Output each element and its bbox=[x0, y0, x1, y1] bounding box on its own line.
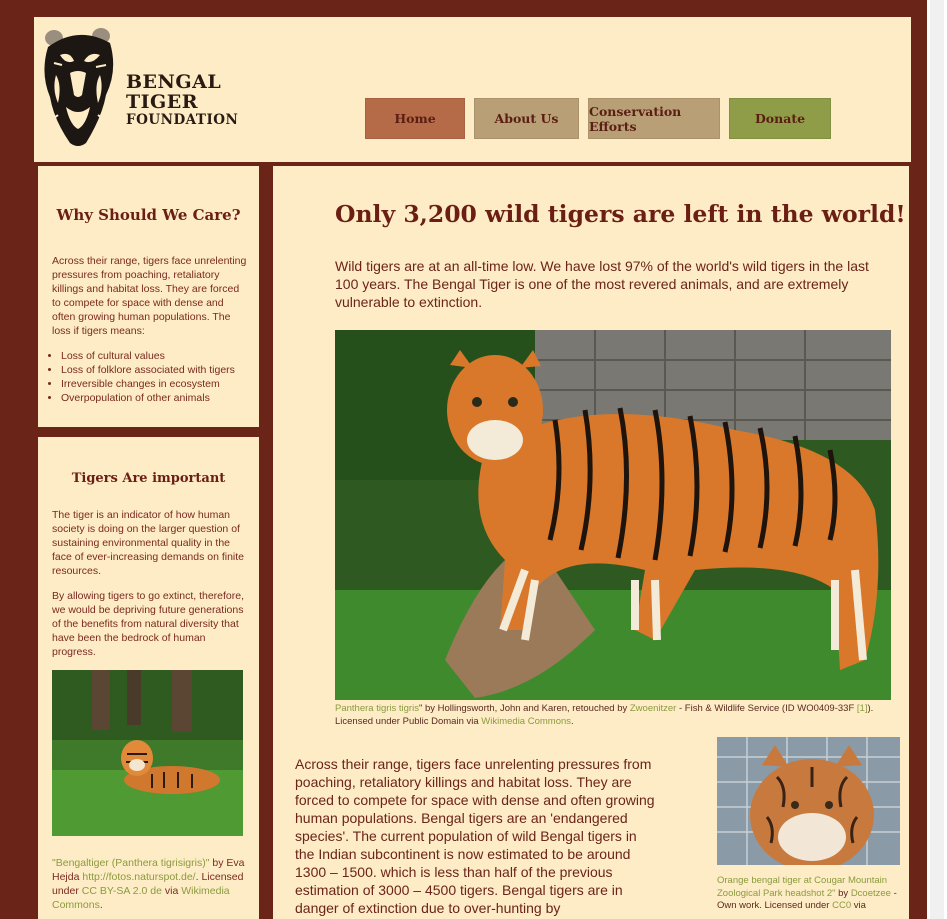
caption-link-wikimedia[interactable]: Wikimedia Commons bbox=[481, 716, 571, 727]
side-caption: Orange bengal tiger at Cougar Mountain Z… bbox=[717, 875, 897, 913]
orange-bengal-tiger-headshot-photo bbox=[717, 737, 900, 865]
why-care-card: Why Should We Care? Across their range, … bbox=[38, 166, 259, 427]
main-content: Only 3,200 wild tigers are left in the w… bbox=[273, 166, 909, 919]
site-header: BENGAL TIGER FOUNDATION Home About Us Co… bbox=[34, 17, 911, 162]
caption-text: by bbox=[835, 887, 851, 899]
tiger-lying-in-grass-photo bbox=[52, 670, 243, 836]
lying-tiger-credit: "Bengaltiger (Panthera tigrisigris)" by … bbox=[52, 856, 247, 912]
credit-text: . bbox=[99, 899, 103, 911]
caption-link-author[interactable]: Dcoetzee bbox=[851, 888, 891, 899]
list-item: Loss of folklore associated with tigers bbox=[61, 363, 276, 377]
caption-text: " by Hollingsworth, John and Karen, reto… bbox=[418, 703, 630, 714]
list-item: Irreversible changes in ecosystem bbox=[61, 377, 276, 391]
caption-text: via bbox=[851, 900, 866, 911]
tigers-important-card: Tigers Are important The tiger is an ind… bbox=[38, 437, 259, 919]
caption-link-license[interactable]: CC0 bbox=[832, 900, 851, 911]
credit-link-license[interactable]: CC BY-SA 2.0 de bbox=[82, 885, 162, 897]
intro-text: Wild tigers are at an all-time low. We h… bbox=[335, 258, 869, 310]
why-care-list: Loss of cultural values Loss of folklore… bbox=[39, 349, 276, 405]
why-care-text: Across their range, tigers face unrelent… bbox=[52, 255, 247, 337]
nav-donate-button[interactable]: Donate bbox=[729, 98, 831, 139]
nav-conservation-efforts-button[interactable]: Conservation Efforts bbox=[588, 98, 720, 139]
list-item: Loss of cultural values bbox=[61, 349, 276, 363]
page-headline: Only 3,200 wild tigers are left in the w… bbox=[335, 200, 906, 228]
logo[interactable]: BENGAL TIGER FOUNDATION bbox=[40, 25, 238, 150]
tigers-important-title: Tigers Are important bbox=[71, 471, 226, 486]
credit-link-title[interactable]: "Bengaltiger (Panthera tigrisigris)" bbox=[52, 857, 209, 869]
window-edge bbox=[927, 0, 947, 919]
credit-text: via bbox=[161, 885, 182, 897]
caption-text: - Fish & Wildlife Service (ID WO0409-33F bbox=[676, 703, 857, 714]
logo-line-2: TIGER bbox=[126, 90, 199, 113]
logo-line-1: BENGAL bbox=[126, 71, 222, 93]
standing-bengal-tiger-photo bbox=[335, 330, 891, 700]
caption-text: . bbox=[571, 715, 574, 727]
scrollbar[interactable] bbox=[930, 0, 944, 919]
tiger-head-icon bbox=[44, 28, 114, 146]
credit-link-naturspot[interactable]: http://fotos.naturspot.de/ bbox=[82, 871, 195, 883]
tigers-important-p1: The tiger is an indicator of how human s… bbox=[52, 509, 245, 577]
why-care-title: Why Should We Care? bbox=[56, 206, 241, 224]
nav-home-button[interactable]: Home bbox=[365, 98, 465, 139]
caption-link-species[interactable]: Panthera tigris tigris bbox=[335, 703, 419, 714]
body-text: Across their range, tigers face unrelent… bbox=[295, 756, 655, 916]
list-item: Overpopulation of other animals bbox=[61, 391, 276, 405]
tigers-important-p2: By allowing tigers to go extinct, theref… bbox=[52, 590, 245, 658]
logo-line-3: FOUNDATION bbox=[126, 111, 239, 128]
caption-link-zwoenitzer[interactable]: Zwoenitzer bbox=[630, 703, 676, 714]
hero-caption: Panthera tigris tigris" by Hollingsworth… bbox=[335, 703, 891, 728]
logo-text: BENGAL TIGER FOUNDATION bbox=[126, 71, 239, 128]
nav-about-us-button[interactable]: About Us bbox=[474, 98, 579, 139]
caption-link-ref[interactable]: [1] bbox=[857, 703, 868, 714]
